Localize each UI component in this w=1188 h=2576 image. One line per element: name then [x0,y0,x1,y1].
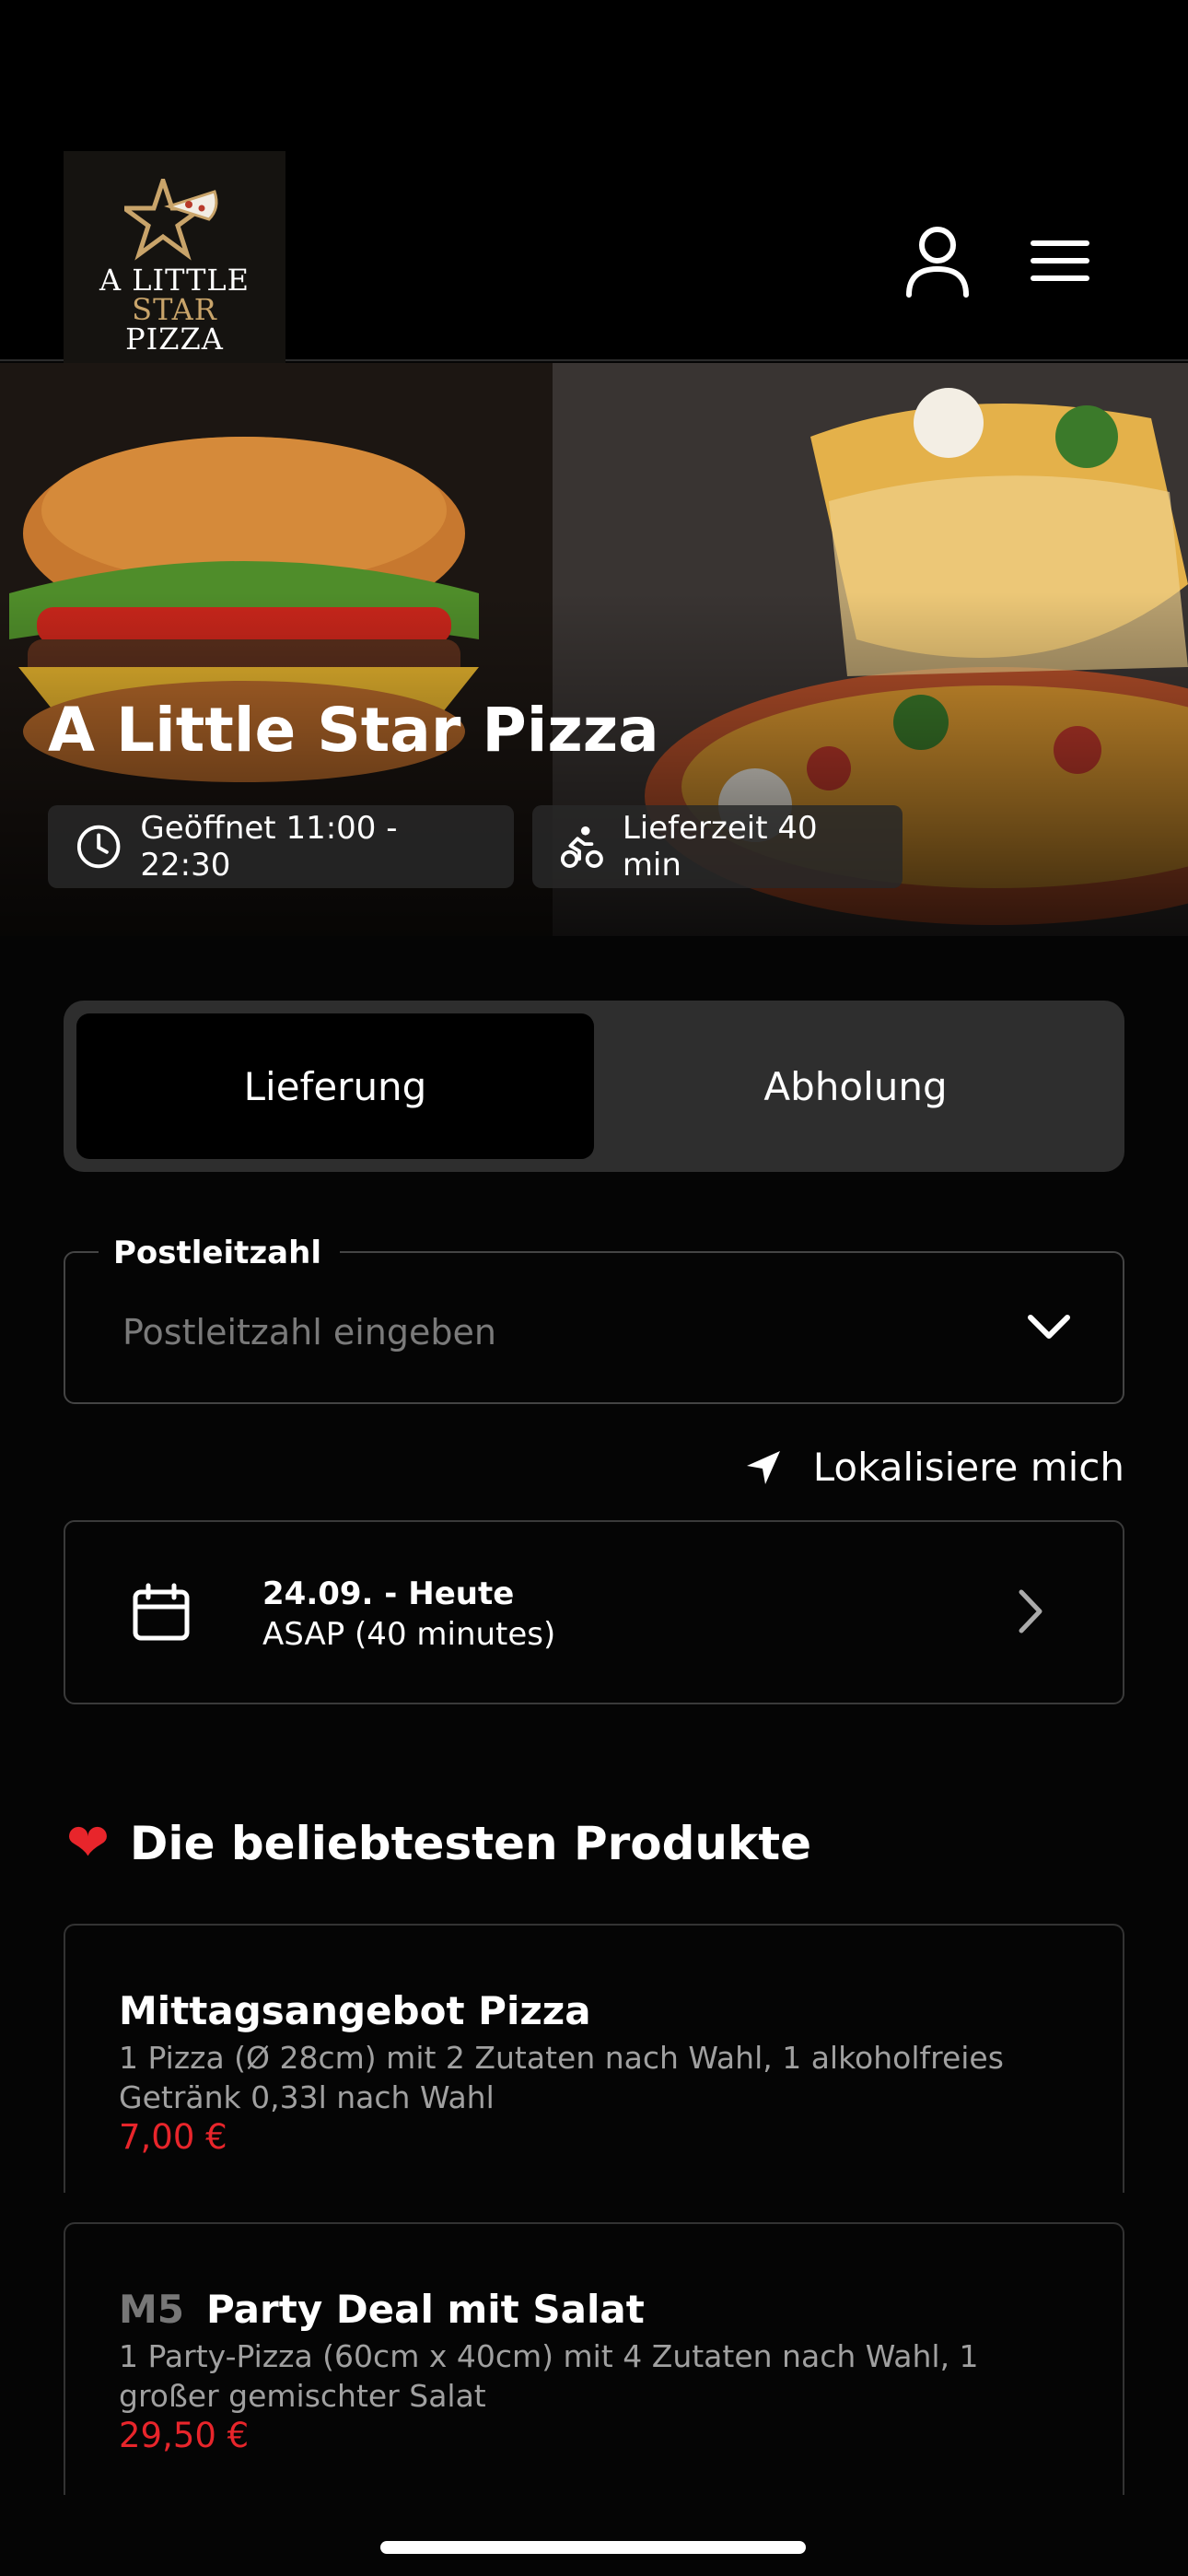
delivery-time-text: Lieferzeit 40 min [622,810,818,884]
calendar-icon [133,1583,190,1641]
opening-hours-badge: Geöffnet 11:00 - 22:30 [48,805,514,888]
postal-code-label: Postleitzahl [99,1235,340,1271]
restaurant-name: A Little Star Pizza [48,695,659,766]
clock-icon [76,825,121,869]
delivery-bike-icon [560,826,603,868]
product-price: 7,00 € [119,2117,227,2157]
product-description: 1 Pizza (Ø 28cm) mit 2 Zutaten nach Wahl… [119,2040,1004,2115]
location-arrow-icon [746,1450,780,1484]
popular-heading-text: Die beliebtesten Produkte [129,1816,812,1870]
delivery-schedule-selector[interactable]: 24.09. - Heute ASAP (40 minutes) [64,1520,1124,1704]
delivery-tab[interactable]: Lieferung [76,1013,594,1159]
app-header: A LITTLE STAR PIZZA [0,0,1188,372]
star-pizza-logo-icon [123,179,217,261]
delivery-time-badge: Lieferzeit 40 min [532,805,903,888]
chevron-down-icon[interactable] [1027,1310,1071,1341]
postal-code-input[interactable]: Postleitzahl eingeben [122,1312,496,1352]
order-mode-toggle: Lieferung Abholung [64,1001,1124,1172]
product-title: Mittagsangebot Pizza [119,1988,591,2033]
locate-me-label: Lokalisiere mich [812,1445,1124,1490]
heart-icon: ❤ [66,1813,110,1873]
popular-products-heading: ❤ Die beliebtesten Produkte [66,1813,811,1873]
product-title: M5 Party Deal mit Salat [119,2287,645,2332]
pickup-tab[interactable]: Abholung [598,1013,1113,1159]
opening-hours-text: Geöffnet 11:00 - 22:30 [140,810,398,884]
logo-line-2: STAR [132,292,217,327]
locate-me-button[interactable]: Lokalisiere mich [745,1445,1124,1490]
product-card[interactable]: M5 Party Deal mit Salat 1 Party-Pizza (6… [64,2222,1124,2495]
logo-wordmark: A LITTLE STAR PIZZA [99,265,250,354]
menu-button[interactable] [1030,238,1090,284]
product-description: 1 Party-Pizza (60cm x 40cm) mit 4 Zutate… [119,2338,979,2414]
chevron-right-icon [1019,1589,1042,1633]
product-price: 29,50 € [119,2416,250,2455]
product-card[interactable]: Mittagsangebot Pizza 1 Pizza (Ø 28cm) mi… [64,1924,1124,2193]
hero-banner: A Little Star Pizza Geöffnet 11:00 - 22:… [0,363,1188,936]
user-icon [906,227,969,298]
schedule-time: ASAP (40 minutes) [262,1616,556,1653]
hamburger-menu-icon [1031,240,1089,281]
product-name: Mittagsangebot Pizza [119,1988,591,2033]
home-indicator[interactable] [380,2541,806,2554]
postal-code-select[interactable]: Postleitzahl Postleitzahl eingeben [64,1235,1124,1404]
logo-line-1: A LITTLE [99,263,250,298]
product-name: Party Deal mit Salat [206,2287,645,2332]
logo-line-3: PIZZA [125,322,224,357]
restaurant-logo[interactable]: A LITTLE STAR PIZZA [64,151,285,372]
schedule-date: 24.09. - Heute [262,1575,515,1612]
account-button[interactable] [904,225,971,299]
product-code: M5 [119,2287,185,2332]
